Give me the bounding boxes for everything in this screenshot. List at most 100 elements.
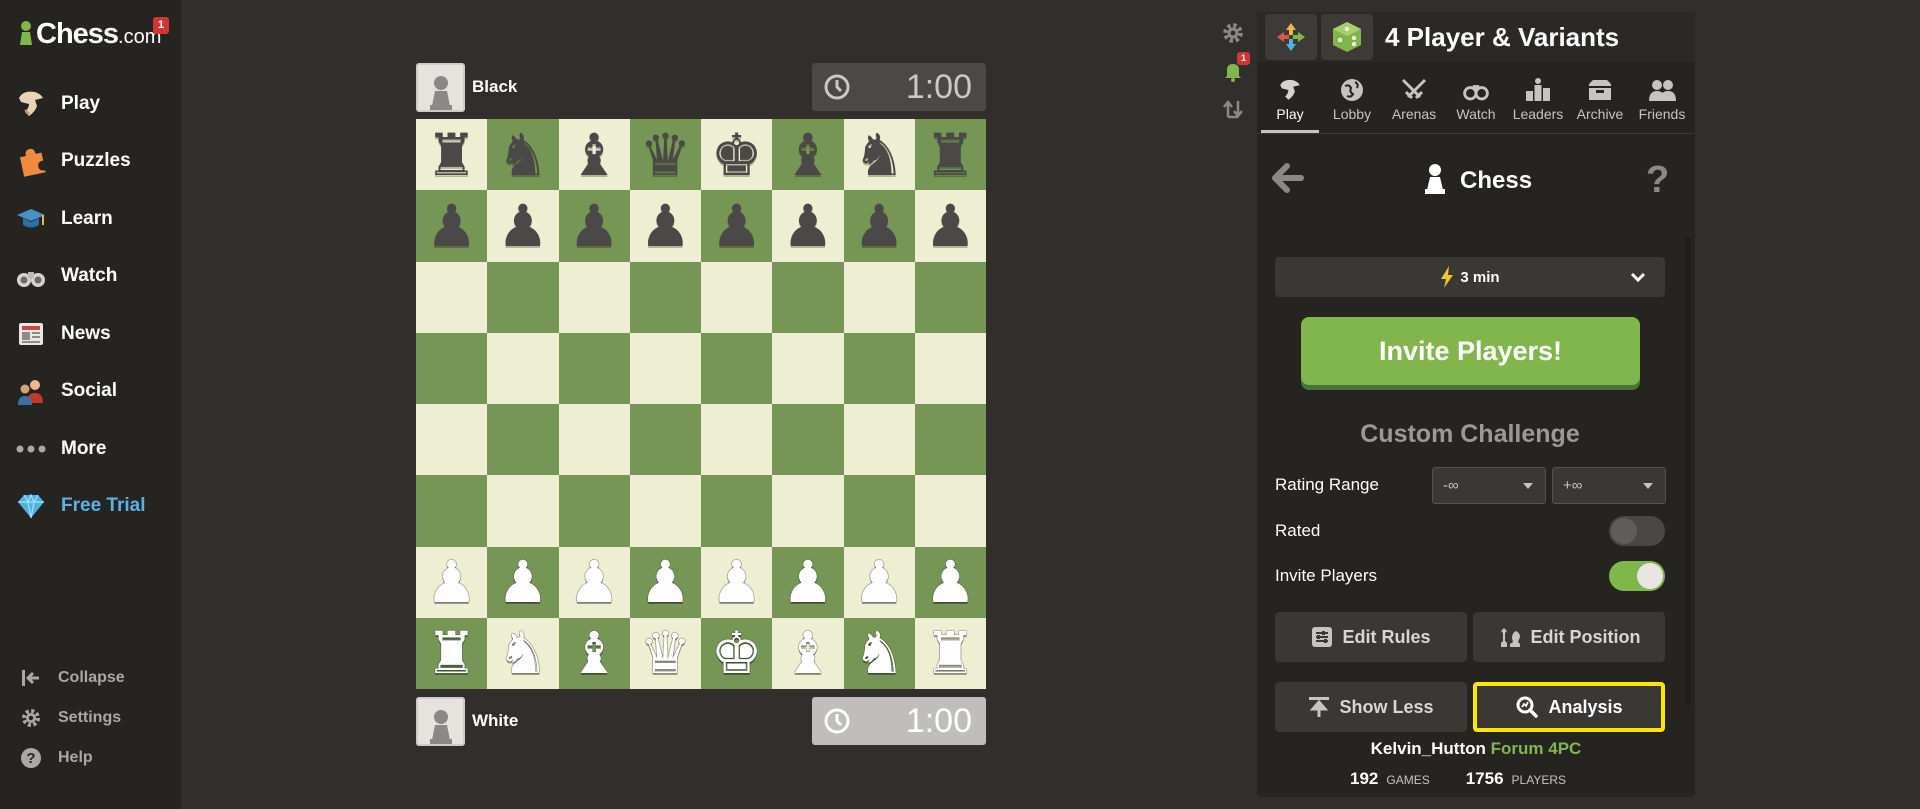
square-d3[interactable] bbox=[629, 475, 701, 547]
rated-toggle[interactable] bbox=[1609, 516, 1665, 546]
square-g5[interactable] bbox=[843, 332, 915, 404]
tab-archive[interactable]: Archive bbox=[1569, 62, 1631, 133]
black-king-icon[interactable]: ♚ bbox=[711, 126, 763, 184]
tab-arenas[interactable]: Arenas bbox=[1383, 62, 1445, 133]
board-settings-button[interactable] bbox=[1213, 14, 1253, 52]
black-knight-icon[interactable]: ♞ bbox=[853, 126, 905, 184]
tab-leaders[interactable]: Leaders bbox=[1507, 62, 1569, 133]
black-pawn-icon[interactable]: ♟ bbox=[711, 197, 763, 255]
white-player-avatar[interactable] bbox=[416, 696, 465, 746]
square-e2[interactable]: ♟ bbox=[701, 546, 773, 618]
panel-scrollbar[interactable] bbox=[1685, 237, 1691, 705]
square-c7[interactable]: ♟ bbox=[558, 190, 630, 262]
square-b2[interactable]: ♟ bbox=[487, 546, 559, 618]
edit-position-button[interactable]: Edit Position bbox=[1473, 612, 1665, 662]
square-g7[interactable]: ♟ bbox=[843, 190, 915, 262]
nav-item-puzzles[interactable]: Puzzles bbox=[0, 133, 181, 191]
chess-com-logo[interactable]: Chess.com bbox=[18, 14, 161, 54]
black-player-avatar[interactable] bbox=[416, 62, 465, 112]
square-f8[interactable]: ♝ bbox=[772, 119, 844, 191]
square-b5[interactable] bbox=[487, 332, 559, 404]
square-a6[interactable] bbox=[416, 261, 488, 333]
white-pawn-icon[interactable]: ♟ bbox=[497, 553, 549, 611]
white-bishop-icon[interactable]: ♝ bbox=[782, 624, 834, 682]
square-d4[interactable] bbox=[629, 404, 701, 476]
white-pawn-icon[interactable]: ♟ bbox=[711, 553, 763, 611]
analysis-button[interactable]: Analysis bbox=[1473, 682, 1665, 732]
square-g8[interactable]: ♞ bbox=[843, 119, 915, 191]
white-pawn-icon[interactable]: ♟ bbox=[924, 553, 976, 611]
square-c2[interactable]: ♟ bbox=[558, 546, 630, 618]
black-bishop-icon[interactable]: ♝ bbox=[782, 126, 834, 184]
collapse-button[interactable]: Collapse bbox=[0, 658, 181, 698]
black-pawn-icon[interactable]: ♟ bbox=[853, 197, 905, 255]
black-pawn-icon[interactable]: ♟ bbox=[497, 197, 549, 255]
white-pawn-icon[interactable]: ♟ bbox=[426, 553, 478, 611]
square-b1[interactable]: ♞ bbox=[487, 617, 559, 689]
square-h8[interactable]: ♜ bbox=[914, 119, 986, 191]
black-knight-icon[interactable]: ♞ bbox=[497, 126, 549, 184]
chess-board[interactable]: ♜ ♞ ♝ ♛ ♚ ♝ ♞ ♜ ♟ ♟ ♟ ♟ ♟ ♟ ♟ ♟ ♟ ♟ ♟ ♟ ♟ ♟ ♟ ♟ ♜ ♞ ♝ ♛ ♚ ♝ ♞ ♜ bbox=[416, 119, 986, 689]
square-d1[interactable]: ♛ bbox=[629, 617, 701, 689]
edit-rules-button[interactable]: Edit Rules bbox=[1275, 612, 1467, 662]
square-f6[interactable] bbox=[772, 261, 844, 333]
square-h2[interactable]: ♟ bbox=[914, 546, 986, 618]
white-pawn-icon[interactable]: ♟ bbox=[639, 553, 691, 611]
square-g4[interactable] bbox=[843, 404, 915, 476]
forum-link[interactable]: Forum bbox=[1491, 739, 1544, 758]
time-control-dropdown[interactable]: 3 min bbox=[1275, 257, 1665, 297]
square-d7[interactable]: ♟ bbox=[629, 190, 701, 262]
square-b3[interactable] bbox=[487, 475, 559, 547]
black-pawn-icon[interactable]: ♟ bbox=[426, 197, 478, 255]
white-king-icon[interactable]: ♚ bbox=[711, 624, 763, 682]
square-d6[interactable] bbox=[629, 261, 701, 333]
square-e3[interactable] bbox=[701, 475, 773, 547]
square-f2[interactable]: ♟ bbox=[772, 546, 844, 618]
flip-board-button[interactable] bbox=[1213, 90, 1253, 128]
black-queen-icon[interactable]: ♛ bbox=[639, 126, 691, 184]
show-less-button[interactable]: Show Less bbox=[1275, 682, 1467, 732]
square-h4[interactable] bbox=[914, 404, 986, 476]
white-pawn-icon[interactable]: ♟ bbox=[568, 553, 620, 611]
tab-friends[interactable]: Friends bbox=[1631, 62, 1693, 133]
white-pawn-icon[interactable]: ♟ bbox=[782, 553, 834, 611]
white-knight-icon[interactable]: ♞ bbox=[497, 624, 549, 682]
back-arrow-icon[interactable] bbox=[1269, 160, 1305, 196]
square-e5[interactable] bbox=[701, 332, 773, 404]
nav-item-free-trial[interactable]: Free Trial bbox=[0, 478, 181, 536]
square-h6[interactable] bbox=[914, 261, 986, 333]
black-pawn-icon[interactable]: ♟ bbox=[924, 197, 976, 255]
square-c5[interactable] bbox=[558, 332, 630, 404]
square-g1[interactable]: ♞ bbox=[843, 617, 915, 689]
square-f7[interactable]: ♟ bbox=[772, 190, 844, 262]
black-rook-icon[interactable]: ♜ bbox=[426, 126, 478, 184]
nav-item-play[interactable]: Play bbox=[0, 75, 181, 133]
square-f5[interactable] bbox=[772, 332, 844, 404]
black-rook-icon[interactable]: ♜ bbox=[924, 126, 976, 184]
square-c4[interactable] bbox=[558, 404, 630, 476]
square-f3[interactable] bbox=[772, 475, 844, 547]
invite-players-toggle[interactable] bbox=[1609, 561, 1665, 591]
square-e6[interactable] bbox=[701, 261, 773, 333]
nav-item-watch[interactable]: Watch bbox=[0, 248, 181, 306]
featured-username[interactable]: Kelvin_Hutton bbox=[1371, 739, 1486, 758]
square-h1[interactable]: ♜ bbox=[914, 617, 986, 689]
top-player-name[interactable]: Black bbox=[472, 77, 517, 97]
nav-item-social[interactable]: Social bbox=[0, 363, 181, 421]
square-b6[interactable] bbox=[487, 261, 559, 333]
square-a1[interactable]: ♜ bbox=[416, 617, 488, 689]
square-e1[interactable]: ♚ bbox=[701, 617, 773, 689]
invite-players-button[interactable]: Invite Players! bbox=[1301, 317, 1640, 385]
white-rook-icon[interactable]: ♜ bbox=[426, 624, 478, 682]
square-a3[interactable] bbox=[416, 475, 488, 547]
square-a5[interactable] bbox=[416, 332, 488, 404]
white-rook-icon[interactable]: ♜ bbox=[924, 624, 976, 682]
square-f1[interactable]: ♝ bbox=[772, 617, 844, 689]
square-c8[interactable]: ♝ bbox=[558, 119, 630, 191]
white-knight-icon[interactable]: ♞ bbox=[853, 624, 905, 682]
square-e7[interactable]: ♟ bbox=[701, 190, 773, 262]
white-pawn-icon[interactable]: ♟ bbox=[853, 553, 905, 611]
black-pawn-icon[interactable]: ♟ bbox=[568, 197, 620, 255]
square-h7[interactable]: ♟ bbox=[914, 190, 986, 262]
four-player-button[interactable] bbox=[1265, 14, 1317, 60]
